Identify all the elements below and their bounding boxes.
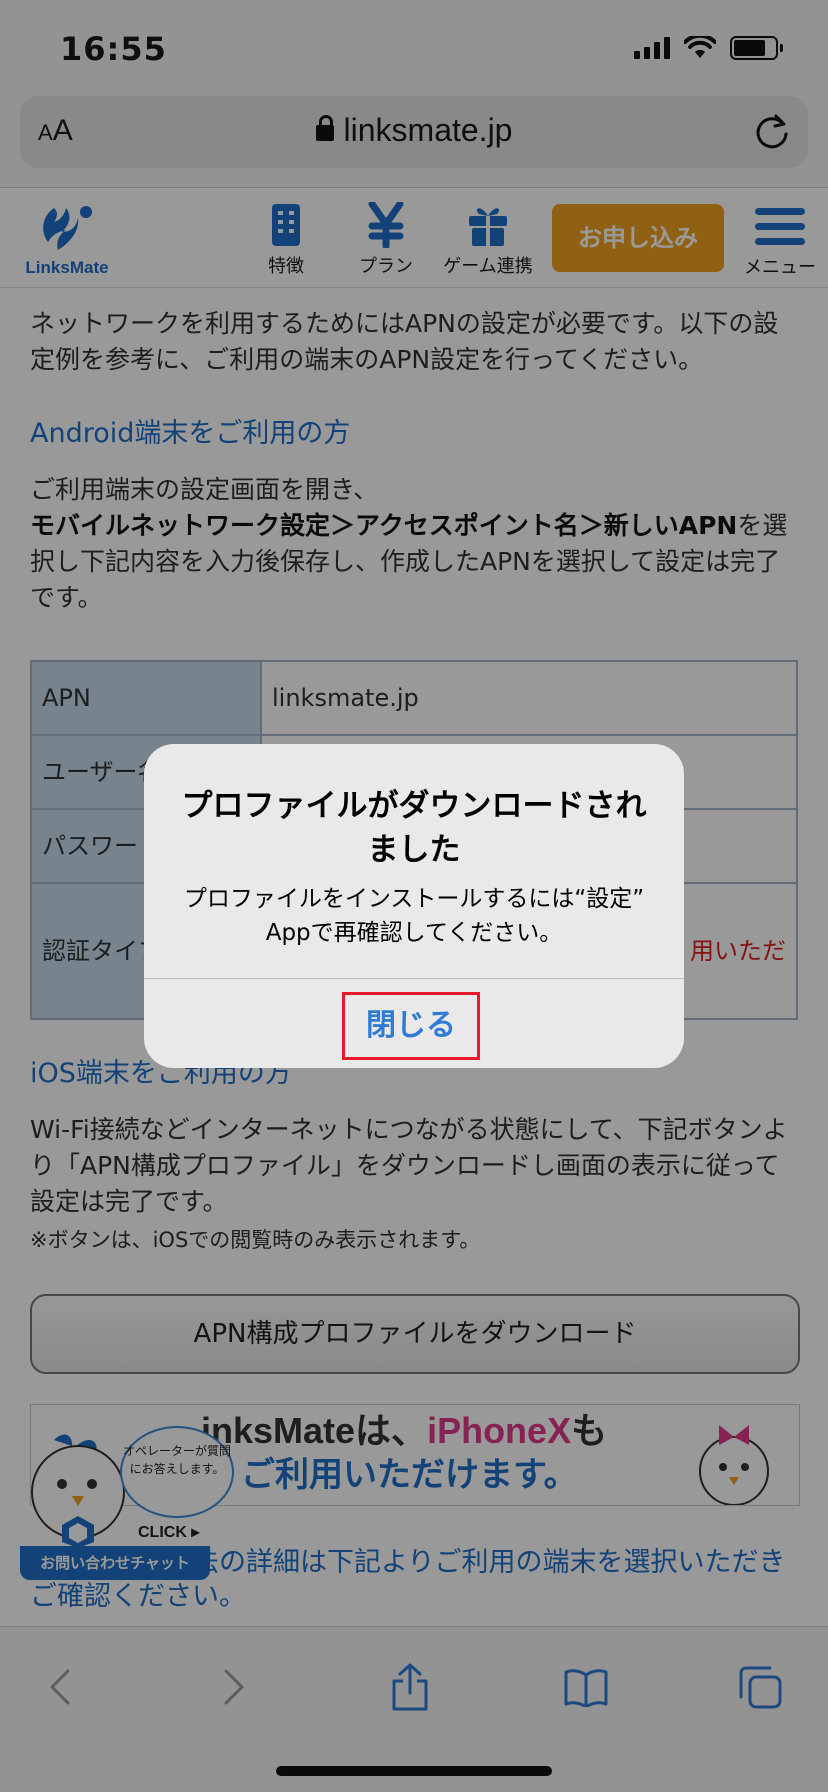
alert-message: プロファイルをインストールするには“設定” Appで再確認してください。 xyxy=(183,886,645,946)
close-button[interactable]: 閉じる xyxy=(342,992,480,1060)
alert-title: プロファイルがダウンロードされました xyxy=(181,788,647,868)
profile-downloaded-alert: プロファイルがダウンロードされました プロファイルをインストールするには“設定”… xyxy=(144,744,684,1068)
alert-divider xyxy=(144,978,684,979)
